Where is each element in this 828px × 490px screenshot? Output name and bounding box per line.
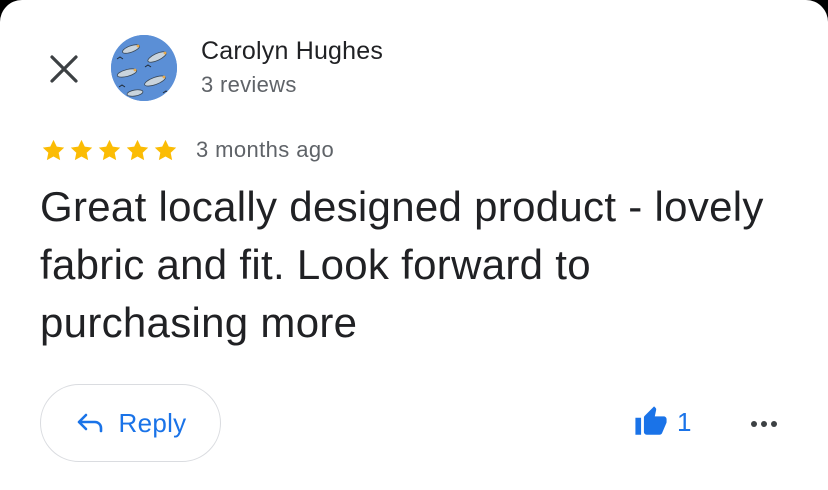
like-button[interactable]: 1 [633,402,691,442]
more-options-button[interactable] [740,404,788,444]
author-review-count: 3 reviews [201,72,297,97]
more-horizontal-icon [751,421,777,427]
reply-label: Reply [118,407,187,438]
review-card: Carolyn Hughes 3 reviews 3 months ago Gr… [0,0,828,490]
star-icon [98,139,121,160]
close-button[interactable] [40,45,88,93]
reply-arrow-icon [77,413,102,433]
review-date: 3 months ago [196,137,335,162]
like-count: 1 [677,406,692,437]
reply-button[interactable]: Reply [40,384,221,462]
fish-pattern-icon [111,35,177,101]
avatar[interactable] [111,35,177,101]
review-text: Great locally designed product - lovely … [40,183,764,346]
star-icon [70,139,93,160]
star-rating [40,137,179,164]
author-name[interactable]: Carolyn Hughes [201,37,383,66]
rating-row: 3 months ago [40,135,334,165]
close-icon [50,55,78,83]
star-icon [42,139,65,160]
star-icon [154,139,177,160]
thumbs-up-icon [635,406,667,435]
star-icon [126,139,149,160]
